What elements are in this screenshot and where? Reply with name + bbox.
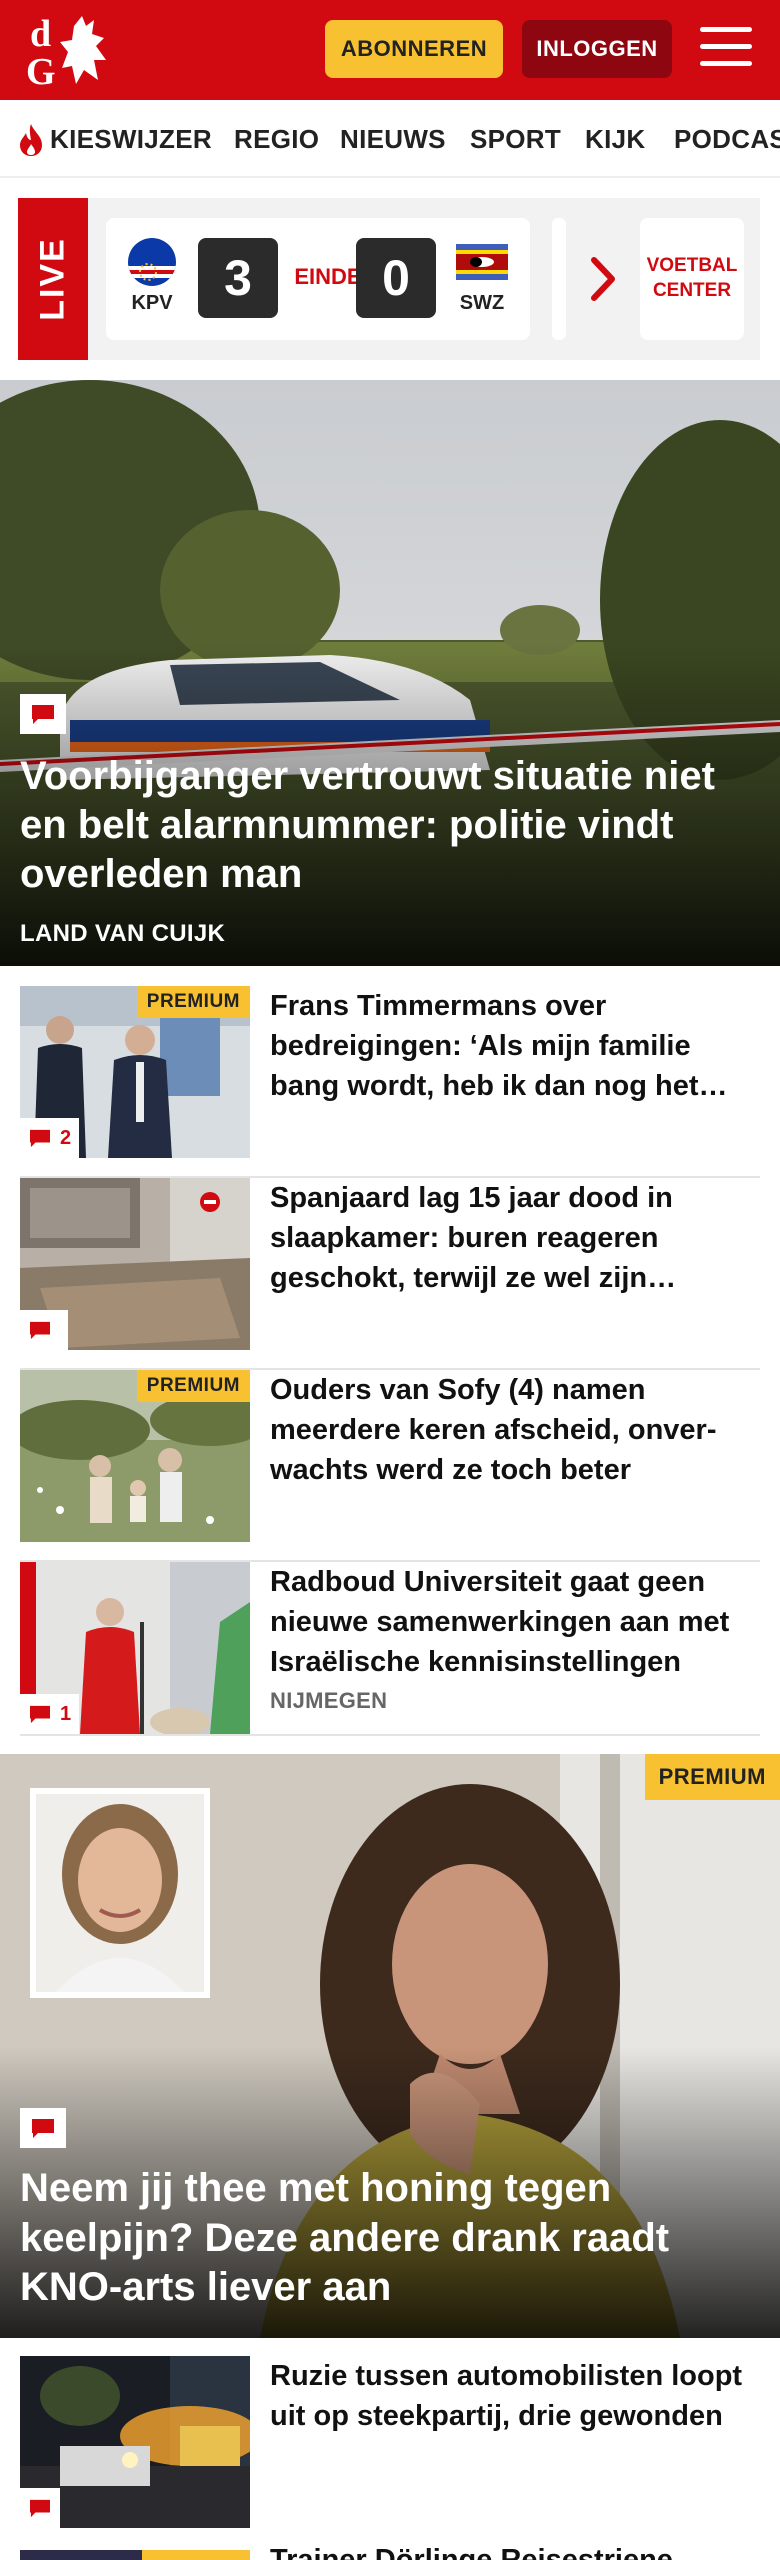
article-thumbnail: 1 <box>20 1562 250 1734</box>
author-portrait <box>30 1788 210 1998</box>
article-title[interactable]: Spanjaard lag 15 jaar dood in slaapkamer… <box>270 1178 760 1298</box>
away-team-label: SWZ <box>459 292 505 314</box>
match-card[interactable]: KPV 3 EINDE 0 SWZ <box>106 218 530 340</box>
article-title[interactable]: Radboud Universiteit gaat geen nieuwe sa… <box>270 1562 760 1682</box>
svg-text:d: d <box>30 13 51 55</box>
comment-count <box>20 2488 60 2528</box>
hero-title[interactable]: Voorbijganger vertrouwt situatie niet en… <box>20 752 760 898</box>
svg-text:G: G <box>26 51 56 92</box>
comment-count <box>20 1310 68 1350</box>
comment-icon <box>30 2499 50 2518</box>
site-header: d G ABONNEREN INLOGGEN <box>0 0 780 100</box>
article-item[interactable]: Spanjaard lag 15 jaar dood in slaapkamer… <box>20 1178 760 1370</box>
login-button[interactable]: INLOGGEN <box>522 20 672 78</box>
comment-count: 2 <box>20 1118 80 1158</box>
premium-badge: PREMIUM <box>644 1754 780 1800</box>
article-item[interactable]: 1 Radboud Universiteit gaat geen nieuwe … <box>20 1562 760 1736</box>
hamburger-menu-icon[interactable] <box>700 27 752 71</box>
nav-item-sport[interactable]: SPORT <box>470 124 561 155</box>
article-thumbnail <box>20 1178 250 1350</box>
nav-item-regio[interactable]: REGIO <box>234 124 319 155</box>
home-team-label: KPV <box>131 292 173 314</box>
subscribe-button[interactable]: ABONNEREN <box>325 20 503 78</box>
hero-location: LAND VAN CUIJK <box>20 920 226 947</box>
nav-item-kijk[interactable]: KIJK <box>585 124 645 155</box>
swz-flag-icon <box>456 244 508 280</box>
next-article-title[interactable]: Trainer Dörlinge Reisestriene <box>270 2546 673 2560</box>
premium-badge: PREMIUM <box>136 1370 250 1402</box>
feature-title[interactable]: Neem jij thee met honing tegen keelpijn?… <box>20 2164 740 2313</box>
flame-icon <box>20 124 42 156</box>
comment-icon <box>20 2108 66 2148</box>
premium-badge: PREMIUM <box>136 986 250 1018</box>
live-scores-bar: LIVE KPV 3 EINDE 0 SWZ VOETBAL CENTER <box>18 198 760 360</box>
article-thumbnail: PREMIUM 2 <box>20 986 250 1158</box>
site-logo[interactable]: d G <box>22 8 118 93</box>
live-tag: LIVE <box>18 198 88 360</box>
premium-badge <box>142 2550 250 2560</box>
article-title[interactable]: Ouders van Sofy (4) namen meerdere keren… <box>270 1370 760 1490</box>
hero-article[interactable]: Voorbijganger vertrouwt situatie niet en… <box>0 380 780 966</box>
football-center-link[interactable]: VOETBAL CENTER <box>640 218 744 340</box>
article-location: NIJMEGEN <box>270 1688 388 1713</box>
home-score: 3 <box>198 238 278 318</box>
feature-article[interactable]: PREMIUM Neem jij thee met honing tegen k… <box>0 1754 780 2338</box>
chevron-right-icon[interactable] <box>590 256 618 302</box>
comment-icon <box>20 694 66 734</box>
kpv-flag-icon <box>128 238 176 286</box>
article-thumbnail <box>20 2356 250 2528</box>
article-title[interactable]: Frans Timmermans over bedreigingen: ‘Als… <box>270 986 760 1106</box>
article-title[interactable]: Ruzie tussen automobilisten loopt uit op… <box>270 2356 760 2436</box>
article-item[interactable]: Ruzie tussen automobilisten loopt uit op… <box>20 2356 760 2538</box>
away-score: 0 <box>356 238 436 318</box>
comment-icon <box>30 1321 50 1340</box>
comment-icon <box>30 1705 50 1724</box>
comment-icon <box>30 1129 50 1148</box>
next-match-card[interactable] <box>552 218 566 340</box>
match-status: EINDE <box>294 264 362 289</box>
article-item[interactable]: PREMIUM 2 Frans Timmermans over bedreigi… <box>20 986 760 1178</box>
article-item[interactable]: PREMIUM Ouders van Sofy (4) namen meerde… <box>20 1370 760 1562</box>
nav-item-podcast[interactable]: PODCAST <box>674 124 780 155</box>
nav-item-kieswijzer[interactable]: KIESWIJZER <box>50 124 212 155</box>
nav-item-nieuws[interactable]: NIEUWS <box>340 124 446 155</box>
main-nav: KIESWIJZER REGIO NIEUWS SPORT KIJK PODCA… <box>0 100 780 178</box>
comment-count: 1 <box>20 1694 80 1734</box>
article-thumbnail: PREMIUM <box>20 1370 250 1542</box>
